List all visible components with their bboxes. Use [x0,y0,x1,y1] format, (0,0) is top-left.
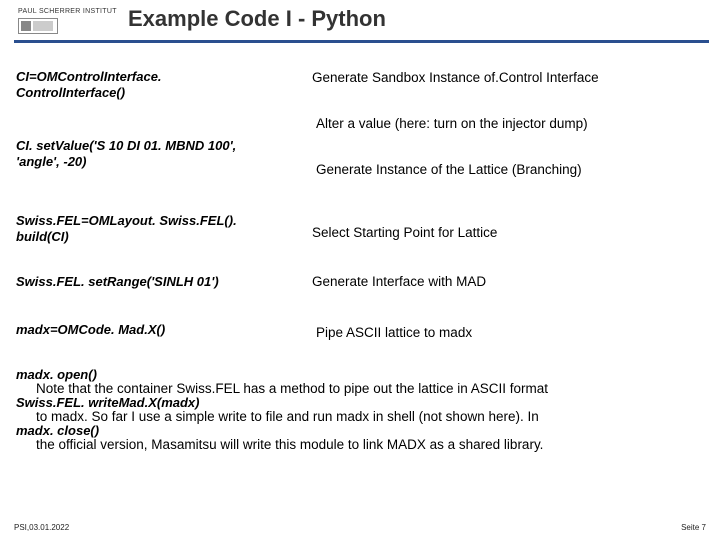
code-line-3: Swiss.FEL=OMLayout. Swiss.FEL(). build(C… [16,213,261,246]
note-3: Generate Instance of the Lattice (Branch… [316,162,716,178]
slide: PAUL SCHERRER INSTITUT Example Code I - … [0,0,720,540]
code-line-1: CI=OMControlInterface. ControlInterface(… [16,69,261,102]
code-line-2: CI. setValue('S 10 DI 01. MBND 100', 'an… [16,138,261,171]
note-5: Generate Interface with MAD [312,274,712,290]
note-1: Generate Sandbox Instance of.Control Int… [312,70,712,86]
note-6: Pipe ASCII lattice to madx [316,325,716,341]
page-title: Example Code I - Python [128,6,386,32]
bottom-note-l3: the official version, Masamitsu will wri… [36,437,696,453]
footer-left: PSI,03.01.2022 [14,523,69,532]
code-line-4: Swiss.FEL. setRange('SINLH 01') [16,274,261,290]
logo-graphic [18,18,58,34]
note-4: Select Starting Point for Lattice [312,225,712,241]
footer-right: Seite 7 [681,523,706,532]
note-2: Alter a value (here: turn on the injecto… [316,116,716,132]
title-rule [14,40,709,43]
code-line-5: madx=OMCode. Mad.X() [16,322,261,338]
institute-logo: PAUL SCHERRER INSTITUT [18,8,117,36]
institute-name: PAUL SCHERRER INSTITUT [18,8,117,15]
